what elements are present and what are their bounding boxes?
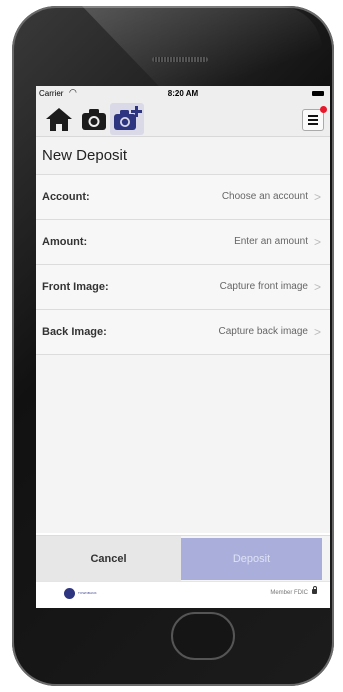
- chevron-right-icon: >: [313, 235, 321, 249]
- page-title: New Deposit: [36, 137, 330, 175]
- footer: TOWNBANK Member FDIC: [36, 581, 330, 608]
- home-icon[interactable]: [44, 104, 74, 134]
- member-fdic-label: Member FDIC: [270, 590, 308, 596]
- status-time: 8:20 AM: [167, 89, 199, 98]
- empty-area: [36, 355, 330, 533]
- amount-label: Amount:: [42, 236, 88, 248]
- chevron-right-icon: >: [313, 190, 321, 204]
- notification-badge: [320, 106, 327, 113]
- front-image-label: Front Image:: [42, 281, 109, 293]
- back-image-row[interactable]: Back Image: Capture back image >: [36, 310, 330, 355]
- status-bar: Carrier ◠ 8:20 AM: [36, 86, 330, 102]
- battery-icon: [312, 91, 324, 96]
- bank-logo-icon: [64, 588, 75, 599]
- account-row[interactable]: Account: Choose an account >: [36, 175, 330, 220]
- phone-speaker: [152, 57, 208, 62]
- camera-icon[interactable]: [79, 104, 109, 134]
- nav-bar: [36, 102, 330, 137]
- action-bar: Cancel Deposit: [36, 535, 330, 582]
- account-label: Account:: [42, 191, 90, 203]
- back-image-label: Back Image:: [42, 326, 107, 338]
- bank-logo-text: TOWNBANK: [78, 591, 97, 595]
- account-value: Choose an account: [221, 191, 308, 202]
- chevron-right-icon: >: [313, 280, 321, 294]
- deposit-form: Account: Choose an account > Amount: Ent…: [36, 175, 330, 355]
- cancel-button[interactable]: Cancel: [36, 536, 181, 582]
- app-screen: Carrier ◠ 8:20 AM New Deposit Account: C…: [36, 86, 330, 608]
- menu-icon: [308, 115, 318, 117]
- back-image-value: Capture back image: [218, 326, 309, 337]
- chevron-right-icon: >: [313, 325, 321, 339]
- phone-home-button[interactable]: [171, 612, 235, 660]
- camera-add-icon[interactable]: [110, 103, 144, 135]
- front-image-value: Capture front image: [219, 281, 308, 292]
- amount-row[interactable]: Amount: Enter an amount >: [36, 220, 330, 265]
- menu-button[interactable]: [302, 106, 327, 131]
- amount-value: Enter an amount: [234, 236, 308, 247]
- deposit-button[interactable]: Deposit: [181, 538, 322, 580]
- front-image-row[interactable]: Front Image: Capture front image >: [36, 265, 330, 310]
- lock-icon: [312, 586, 317, 594]
